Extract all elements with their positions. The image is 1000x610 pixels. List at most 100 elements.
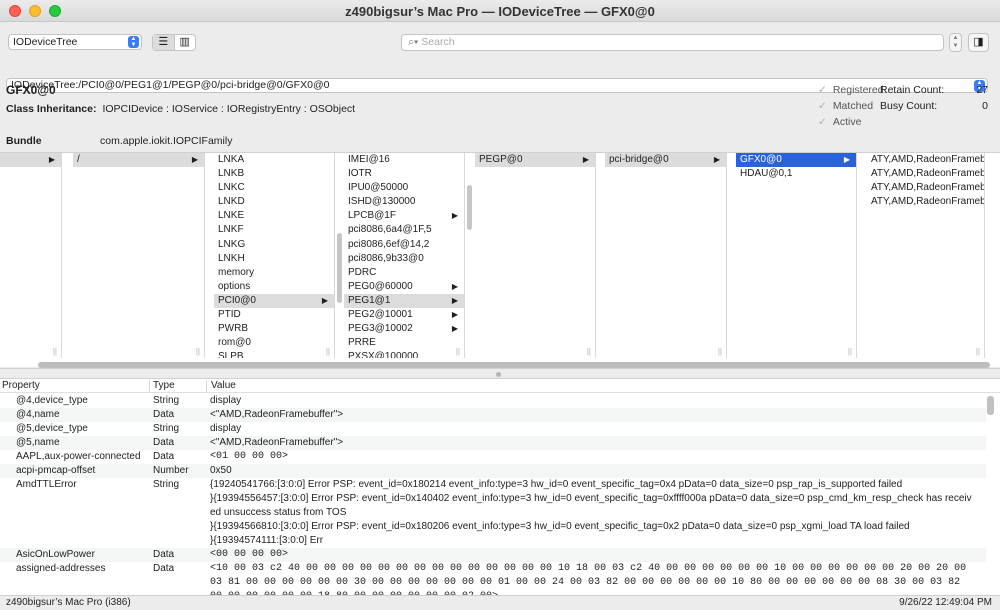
- browser-item[interactable]: pci8086,9b33@0: [344, 252, 464, 266]
- browser-column-8[interactable]: ATY,AMD,RadeonFramebuffer@0 ATY,AMD,Radeo…: [867, 153, 985, 358]
- browser-item-label: options: [218, 280, 251, 292]
- browser-item[interactable]: / ▶: [73, 153, 204, 168]
- browser-item[interactable]: PEG3@10002 ▶: [344, 322, 464, 336]
- browser-item[interactable]: LNKE: [214, 209, 334, 223]
- browser-item[interactable]: PEG0@60000 ▶: [344, 280, 464, 294]
- column-resize-handle-icon[interactable]: ||: [53, 347, 57, 356]
- browser-item-label: LNKH: [218, 252, 245, 264]
- browser-item[interactable]: IPU0@50000: [344, 181, 464, 195]
- browser-item[interactable]: LNKC: [214, 181, 334, 195]
- browser-item[interactable]: ATY,AMD,RadeonFramebuffer@0: [867, 153, 984, 167]
- vertical-scrollbar[interactable]: [987, 396, 994, 415]
- browser-item[interactable]: LNKD: [214, 195, 334, 209]
- column-header-type[interactable]: Type: [153, 380, 175, 391]
- plane-select[interactable]: IODeviceTree ▲ ▼: [8, 34, 142, 50]
- toolbar: IODeviceTree ▲ ▼ ☰ ▥ ⌕▾ Search ▲ ▼ ◨ IODevi…: [0, 22, 1000, 93]
- browser-item[interactable]: pci-bridge@0 ▶: [605, 153, 726, 168]
- browser-item[interactable]: IOTR: [344, 167, 464, 181]
- browser-item[interactable]: PEGP@0 ▶: [475, 153, 595, 168]
- browser-item[interactable]: PEG1@1 ▶: [344, 293, 464, 309]
- property-type: Data: [153, 437, 175, 448]
- browser-item[interactable]: LPCB@1F ▶: [344, 209, 464, 223]
- browser-item[interactable]: PCI0@0 ▶: [214, 293, 334, 309]
- property-type: Data: [153, 563, 175, 574]
- browser-column-5[interactable]: PEGP@0 ▶ ||: [475, 153, 596, 358]
- browser-item[interactable]: ISHD@130000: [344, 195, 464, 209]
- browser-item[interactable]: LNKG: [214, 238, 334, 252]
- property-name: @4,name: [16, 409, 60, 420]
- browser-item-label: LPCB@1F: [348, 210, 396, 222]
- sidebar-toggle-button[interactable]: ◨: [968, 33, 989, 52]
- property-value: <00 00 00 00>: [210, 549, 289, 560]
- browser-item[interactable]: options: [214, 280, 334, 294]
- browser-item[interactable]: GFX0@0 ▶: [736, 153, 856, 168]
- property-row[interactable]: @5,name Data <"AMD,RadeonFramebuffer">: [0, 436, 986, 450]
- column-view-icon[interactable]: ▥: [175, 35, 196, 50]
- browser-item[interactable]: PXSX@100000: [344, 350, 464, 358]
- column-resize-handle-icon[interactable]: ||: [456, 347, 460, 356]
- column-header-value[interactable]: Value: [211, 380, 236, 391]
- browser-item[interactable]: PRRE: [344, 336, 464, 350]
- flag-label: Matched: [832, 100, 874, 112]
- property-type: Data: [153, 451, 175, 462]
- split-view-divider[interactable]: [0, 368, 1000, 379]
- browser-item[interactable]: rom@0: [214, 336, 334, 350]
- search-stepper[interactable]: ▲ ▼: [949, 33, 962, 52]
- search-field[interactable]: ⌕▾ Search: [401, 34, 944, 51]
- column-resize-handle-icon[interactable]: ||: [587, 347, 591, 356]
- browser-column-6[interactable]: pci-bridge@0 ▶ ||: [605, 153, 727, 358]
- browser-item-label: PEG1@1: [348, 294, 391, 306]
- browser-item[interactable]: PDRC: [344, 266, 464, 280]
- search-icon: ⌕▾: [408, 36, 419, 48]
- browser-column-4[interactable]: IMEI@16 IOTR IPU0@50000 ISHD@130000 LPCB@1F ▶…: [344, 153, 465, 358]
- properties-table[interactable]: Property Type Value @4,device_type String…: [0, 379, 1000, 595]
- browser-column-3[interactable]: LNKA LNKB LNKC LNKD LNKE LNKF LNKG LNKH memory op…: [214, 153, 335, 358]
- column-resize-handle-icon[interactable]: ||: [848, 347, 852, 356]
- browser-item[interactable]: pci8086,6a4@1F,5: [344, 223, 464, 237]
- divider-handle-icon[interactable]: [496, 372, 501, 377]
- column-scrollbar[interactable]: [337, 233, 342, 303]
- browser-item[interactable]: HDAU@0,1: [736, 167, 856, 181]
- property-value: <"AMD,RadeonFramebuffer">: [210, 437, 344, 448]
- browser-item[interactable]: PEG2@10001 ▶: [344, 308, 464, 322]
- property-row[interactable]: AAPL,aux-power-connected Data <01 00 00 00…: [0, 450, 986, 464]
- browser-item[interactable]: LNKF: [214, 223, 334, 237]
- column-scrollbar[interactable]: [467, 185, 472, 230]
- property-row[interactable]: AmdTTLError String {19240541766:[3:0:0] Er…: [0, 478, 986, 548]
- column-resize-handle-icon[interactable]: ||: [976, 347, 980, 356]
- browser-item[interactable]: IMEI@16: [344, 153, 464, 167]
- view-mode-segmented-control[interactable]: ☰ ▥: [152, 34, 196, 51]
- browser-item[interactable]: memory: [214, 266, 334, 280]
- browser-item[interactable]: SLPB: [214, 350, 334, 358]
- column-resize-handle-icon[interactable]: ||: [196, 347, 200, 356]
- browser-item[interactable]: LNKB: [214, 167, 334, 181]
- column-resize-handle-icon[interactable]: ||: [326, 347, 330, 356]
- browser-column-2[interactable]: / ▶ ||: [73, 153, 205, 358]
- browser-item[interactable]: pci8086,6ef@14,2: [344, 238, 464, 252]
- browser-item[interactable]: ▶: [0, 153, 61, 168]
- browser-item[interactable]: ATY,AMD,RadeonFramebuffer@3: [867, 195, 984, 209]
- list-view-icon[interactable]: ☰: [153, 35, 175, 50]
- column-browser[interactable]: ▶ || / ▶ || LNKA LNKB LNKC LNKD LNKE LNKF LNKG LNKH m…: [0, 152, 1000, 367]
- column-separator: [206, 380, 207, 392]
- property-row[interactable]: @5,device_type String display: [0, 422, 986, 436]
- browser-item[interactable]: PWRB: [214, 322, 334, 336]
- column-header-property[interactable]: Property: [2, 380, 40, 391]
- browser-item[interactable]: PTID: [214, 308, 334, 322]
- property-row[interactable]: assigned-addresses Data <10 00 03 c2 40 00…: [0, 562, 986, 595]
- property-row[interactable]: acpi-pmcap-offset Number 0x50: [0, 464, 986, 478]
- browser-item-label: /: [77, 154, 80, 165]
- browser-item[interactable]: LNKA: [214, 153, 334, 167]
- property-name: @5,device_type: [16, 423, 88, 434]
- browser-item[interactable]: ATY,AMD,RadeonFramebuffer@2: [867, 181, 984, 195]
- property-row[interactable]: @4,name Data <"AMD,RadeonFramebuffer">: [0, 408, 986, 422]
- checkmark-icon: ✓: [818, 116, 827, 128]
- property-row[interactable]: AsicOnLowPower Data <00 00 00 00>: [0, 548, 986, 562]
- property-name: AAPL,aux-power-connected: [16, 451, 141, 462]
- browser-item[interactable]: LNKH: [214, 252, 334, 266]
- property-row[interactable]: @4,device_type String display: [0, 394, 986, 408]
- browser-column-1[interactable]: ▶ ||: [0, 153, 62, 358]
- browser-item[interactable]: ATY,AMD,RadeonFramebuffer@1: [867, 167, 984, 181]
- column-resize-handle-icon[interactable]: ||: [718, 347, 722, 356]
- browser-column-7[interactable]: GFX0@0 ▶ HDAU@0,1 ||: [736, 153, 857, 358]
